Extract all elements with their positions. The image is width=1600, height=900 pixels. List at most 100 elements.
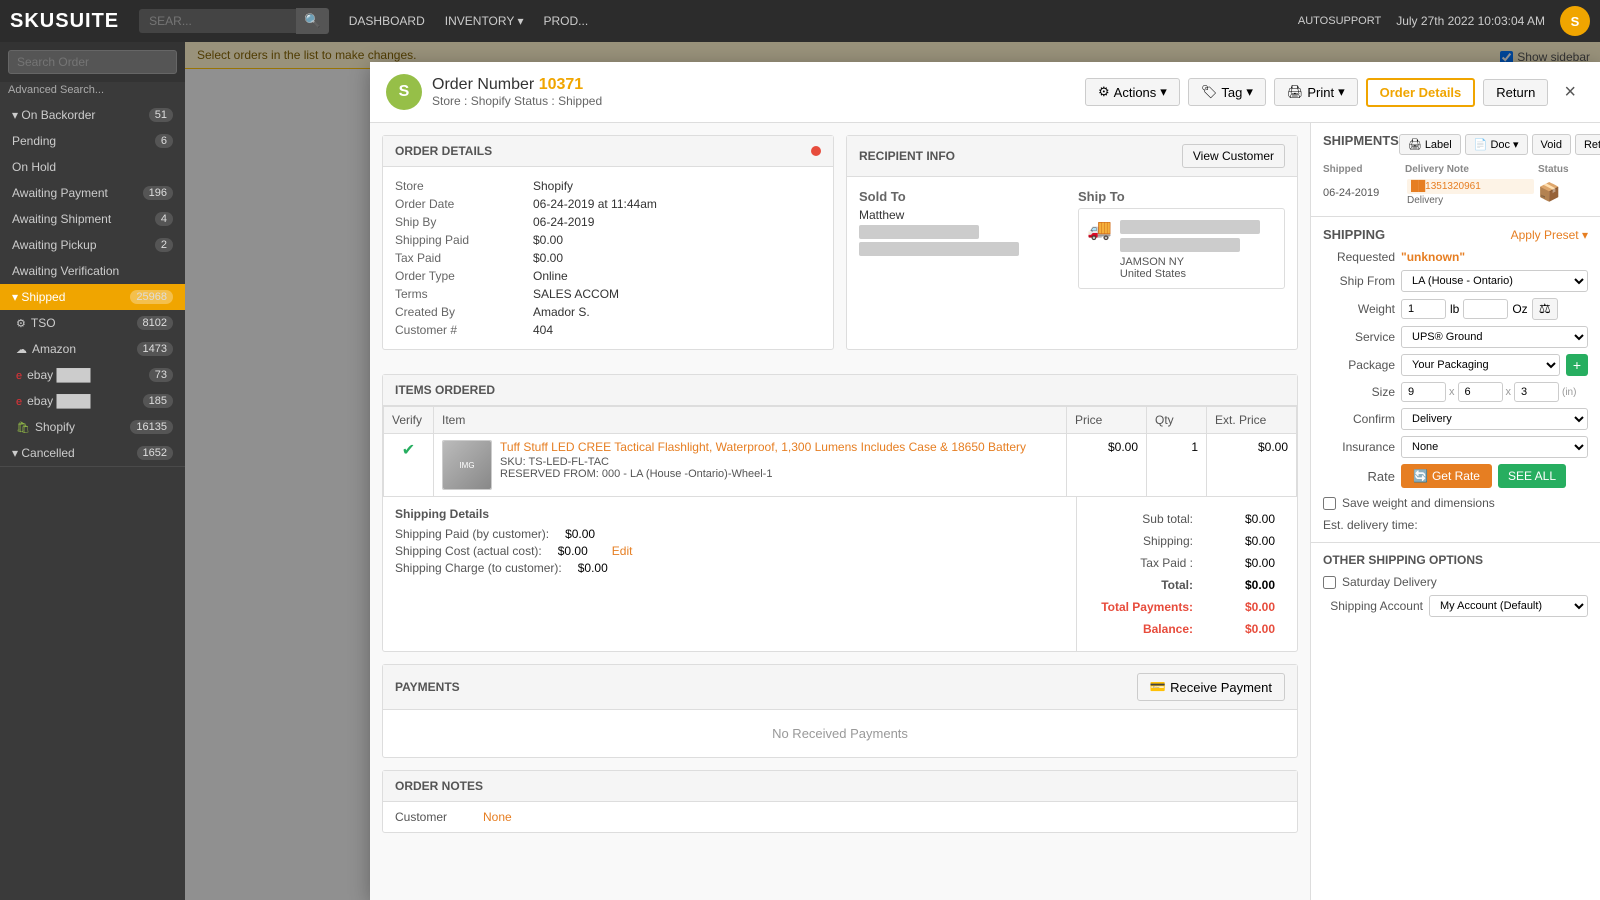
weight-scale-button[interactable]: ⚖: [1532, 298, 1558, 320]
other-shipping-header: OTHER SHIPPING OPTIONS: [1323, 553, 1588, 567]
see-all-button[interactable]: SEE ALL: [1498, 464, 1566, 488]
sidebar-item-amazon[interactable]: ☁Amazon 1473: [0, 336, 185, 362]
rate-row: Rate 🔄 Get Rate SEE ALL: [1323, 464, 1588, 488]
sold-to-email-blurred: [859, 242, 1019, 256]
lb-unit-label: lb: [1450, 302, 1459, 316]
sidebar-label-amazon: ☁Amazon: [16, 342, 76, 356]
tracking-link[interactable]: ██1351320961: [1407, 179, 1534, 194]
items-table: Verify Item Price Qty Ext. Price: [383, 406, 1297, 497]
items-ordered-header: ITEMS ORDERED: [383, 375, 1297, 406]
sold-to-label: Sold To: [859, 189, 1066, 204]
insurance-select[interactable]: None: [1401, 436, 1588, 458]
save-weight-checkbox[interactable]: [1323, 497, 1336, 510]
saturday-delivery-checkbox[interactable]: [1323, 576, 1336, 589]
top-right: AUTOSUPPORT July 27th 2022 10:03:04 AM S: [1298, 6, 1590, 36]
nav-search-button[interactable]: 🔍: [296, 8, 329, 34]
shipping-section-header: SHIPPING Apply Preset ▾: [1323, 227, 1588, 242]
shipments-section: SHIPMENTS 🖨 Label 📄 Doc ▾: [1311, 123, 1600, 217]
sidebar-item-cancelled[interactable]: ▾ Cancelled 1652: [0, 440, 185, 466]
weight-label: Weight: [1323, 302, 1395, 316]
doc-button[interactable]: 📄 Doc ▾: [1465, 134, 1528, 155]
get-rate-button[interactable]: 🔄 Get Rate: [1401, 464, 1492, 488]
customer-note-value[interactable]: None: [483, 810, 512, 824]
shipping-details-title: Shipping Details: [395, 507, 1064, 521]
sidebar-label-awaiting-shipment: Awaiting Shipment: [12, 212, 111, 226]
advanced-search-link[interactable]: Advanced Search...: [0, 82, 185, 102]
nav-search-input[interactable]: [139, 9, 299, 33]
sidebar-item-pending[interactable]: Pending 6: [0, 128, 185, 154]
package-select[interactable]: Your Packaging: [1401, 354, 1560, 376]
label-button[interactable]: 🖨 Label: [1399, 134, 1461, 155]
confirm-select[interactable]: Delivery: [1401, 408, 1588, 430]
qty-cell: 1: [1147, 434, 1207, 497]
apply-preset-button[interactable]: Apply Preset ▾: [1511, 228, 1588, 242]
sidebar-item-onhold[interactable]: On Hold: [0, 154, 185, 180]
shipping-account-select[interactable]: My Account (Default): [1429, 595, 1588, 617]
product-name[interactable]: Tuff Stuff LED CREE Tactical Flashlight,…: [500, 440, 1026, 454]
tag-button[interactable]: 🏷 Tag ▾: [1188, 78, 1266, 106]
print-label-icon: 🖨: [1408, 138, 1422, 151]
sidebar-search-input[interactable]: [8, 50, 177, 74]
sidebar-badge-tso: 8102: [137, 316, 173, 330]
order-details-button[interactable]: Order Details: [1366, 78, 1476, 107]
nav-inventory[interactable]: INVENTORY ▾: [445, 14, 524, 28]
main-layout: Advanced Search... ▾ On Backorder 51 Pen…: [0, 42, 1600, 900]
requested-value: "unknown": [1401, 250, 1465, 264]
nav-dashboard[interactable]: DASHBOARD: [349, 14, 425, 28]
insurance-label: Insurance: [1323, 440, 1395, 454]
receive-payment-button[interactable]: 💳 Receive Payment: [1137, 673, 1285, 701]
ship-from-select[interactable]: LA (House - Ontario): [1401, 270, 1588, 292]
ship-from-row: Ship From LA (House - Ontario): [1323, 270, 1588, 292]
sidebar-item-awaiting-payment[interactable]: Awaiting Payment 196: [0, 180, 185, 206]
sidebar-item-shipped[interactable]: ▾ Shipped 25968: [0, 284, 185, 310]
shipping-paid-value: $0.00: [533, 233, 821, 247]
price-cell: $0.00: [1067, 434, 1147, 497]
print-button[interactable]: 🖨 Print ▾: [1274, 78, 1358, 106]
sidebar-item-shopify[interactable]: 🛍Shopify 16135: [0, 414, 185, 440]
shipping-paid-row: Shipping Paid (by customer): $0.00: [395, 527, 1064, 541]
terms-label: Terms: [395, 287, 525, 301]
view-customer-button[interactable]: View Customer: [1182, 144, 1285, 168]
service-select[interactable]: UPS® Ground: [1401, 326, 1588, 348]
sidebar-item-ebay1[interactable]: eebay ████ 73: [0, 362, 185, 388]
confirm-row: Confirm Delivery: [1323, 408, 1588, 430]
check-green-icon: ✔: [402, 442, 415, 459]
sidebar-item-backorder[interactable]: ▾ On Backorder 51: [0, 102, 185, 128]
shipping-details-area: Shipping Details Shipping Paid (by custo…: [383, 497, 1077, 651]
order-number: 10371: [539, 76, 584, 93]
package-label: Package: [1323, 358, 1395, 372]
weight-lb-input[interactable]: [1401, 299, 1446, 319]
sidebar-item-awaiting-pickup[interactable]: Awaiting Pickup 2: [0, 232, 185, 258]
right-panel: SHIPMENTS 🖨 Label 📄 Doc ▾: [1310, 123, 1600, 900]
close-button[interactable]: ×: [1556, 77, 1584, 108]
sidebar-label-onhold: On Hold: [12, 160, 56, 174]
ship-to-country: United States: [1120, 268, 1260, 280]
size-y-separator: x: [1506, 386, 1512, 398]
avatar-button[interactable]: S: [1560, 6, 1590, 36]
order-notes-header: ORDER NOTES: [383, 771, 1297, 802]
payments-section: PAYMENTS 💳 Receive Payment No Received P…: [382, 664, 1298, 758]
size-z-input[interactable]: [1514, 382, 1559, 402]
sidebar-item-awaiting-shipment[interactable]: Awaiting Shipment 4: [0, 206, 185, 232]
customer-label: Customer #: [395, 323, 525, 337]
sidebar-item-ebay2[interactable]: eebay ████ 185: [0, 388, 185, 414]
sidebar-item-awaiting-verification[interactable]: Awaiting Verification: [0, 258, 185, 284]
actions-button[interactable]: ⚙ Actions ▾: [1085, 78, 1180, 106]
top-nav: SKUSUITE 🔍 DASHBOARD INVENTORY ▾ PROD...…: [0, 0, 1600, 42]
return-button[interactable]: Return: [1483, 79, 1548, 106]
add-package-button[interactable]: +: [1566, 354, 1588, 376]
nav-prod[interactable]: PROD...: [543, 14, 588, 28]
size-y-input[interactable]: [1458, 382, 1503, 402]
edit-shipping-link[interactable]: Edit: [612, 544, 633, 558]
void-button[interactable]: Void: [1532, 134, 1571, 155]
return-shipment-button[interactable]: Return: [1575, 134, 1600, 155]
shipped-status-icon: 📦: [1538, 182, 1560, 202]
sidebar-badge-shipped: 25968: [130, 290, 173, 304]
sidebar-item-tso[interactable]: ⚙TSO 8102: [0, 310, 185, 336]
order-details-grid: Store Shopify Order Date 06-24-2019 at 1…: [395, 179, 821, 337]
size-x-input[interactable]: [1401, 382, 1446, 402]
recipient-info-section: RECIPIENT INFO View Customer Sold To Mat…: [846, 135, 1298, 350]
weight-oz-input[interactable]: [1463, 299, 1508, 319]
no-payments-text: No Received Payments: [383, 710, 1297, 757]
shipments-btn-group: 🖨 Label 📄 Doc ▾ Void Return Resend: [1399, 134, 1600, 155]
